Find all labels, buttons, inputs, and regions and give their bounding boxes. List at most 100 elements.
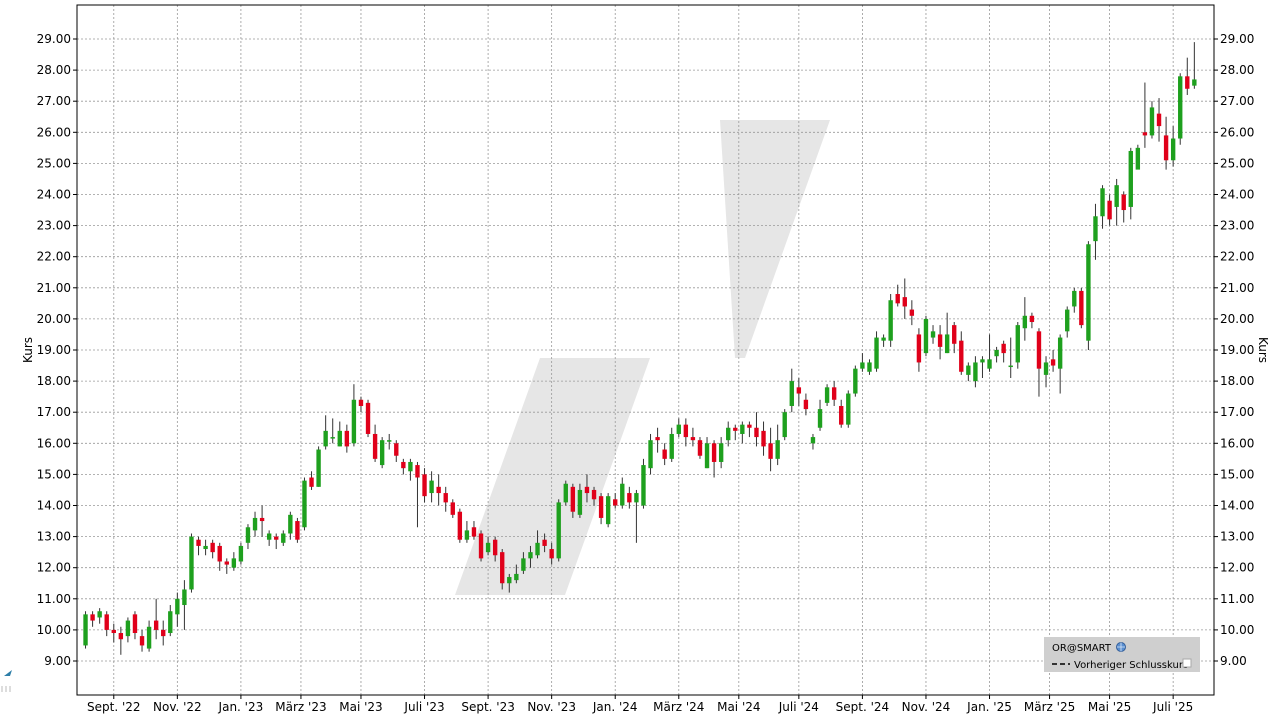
y-tick-label-left: 22.00	[37, 250, 71, 264]
candle-body-down	[662, 449, 667, 459]
candle-body-down	[711, 443, 717, 462]
candle-body-down	[627, 493, 632, 503]
chart-svg: 9.00 10.00 11.00 12.00 13.00 14.00 15.00 16.00 1…	[0, 0, 1279, 719]
candle-body-up	[302, 480, 307, 528]
candle-body-up	[973, 362, 978, 382]
candle-body-up	[379, 440, 385, 466]
x-tick-label: Nov. '23	[527, 700, 576, 714]
y-tick-label-right: 22.00	[1220, 250, 1254, 264]
candle-body-up	[521, 558, 526, 571]
candle-body-down	[747, 424, 752, 428]
candle-body-down	[1029, 315, 1035, 323]
candle-body-up	[514, 573, 519, 581]
x-tick-label: Jan. '23	[218, 700, 264, 714]
y-tick-label-left: 17.00	[37, 405, 71, 419]
candle-body-down	[570, 486, 576, 512]
candle-body-down	[478, 533, 484, 559]
candle-body-up	[337, 430, 342, 447]
candle-body-up	[387, 440, 392, 442]
candle-body-down	[690, 437, 696, 441]
x-tick-label: Sept. '23	[461, 700, 515, 714]
candle-body-down	[309, 477, 314, 487]
candle-body-up	[718, 443, 724, 462]
candle	[824, 384, 830, 406]
y-tick-label-right: 23.00	[1220, 219, 1254, 233]
candle-body-down	[1163, 135, 1169, 161]
candle-body-down	[598, 496, 604, 518]
candle	[457, 508, 463, 543]
candle-body-down	[457, 511, 463, 540]
candle-body-up	[408, 461, 413, 472]
y-axis-title-left: Kurs	[21, 337, 35, 363]
candle-body-up	[1135, 147, 1141, 170]
candle-body-up	[867, 362, 872, 372]
candle-body-up	[994, 350, 999, 357]
candle	[83, 611, 88, 649]
candle-body-down	[259, 517, 265, 522]
candle-body-up	[1170, 138, 1176, 161]
candle-body-up	[563, 483, 568, 503]
legend-toggle-checkbox[interactable]	[1182, 658, 1192, 668]
y-tick-label-right: 13.00	[1220, 530, 1254, 544]
candle-body-down	[831, 387, 837, 400]
candle-body-up	[1043, 362, 1049, 375]
candle-body-down	[613, 499, 618, 506]
candle	[641, 458, 646, 509]
candle-body-up	[1072, 290, 1077, 307]
y-tick-label-right: 14.00	[1220, 499, 1254, 513]
legend-box: OR@SMART Vorheriger Schlusskurs	[1044, 637, 1200, 672]
y-tick-label-left: 24.00	[37, 188, 71, 202]
candle-body-down	[450, 502, 455, 515]
candle-body-down	[895, 294, 900, 304]
candle-body-up	[1093, 216, 1098, 242]
y-tick-label-left: 9.00	[44, 654, 71, 668]
candle-body-down	[916, 334, 922, 363]
candle-body-down	[1142, 132, 1148, 136]
candle	[888, 294, 893, 347]
candle-body-down	[909, 309, 915, 316]
candle-body-down	[655, 437, 660, 441]
candle-body-down	[111, 629, 116, 634]
x-tick-label: März '24	[653, 700, 704, 714]
candle	[1086, 241, 1091, 350]
y-tick-label-left: 28.00	[37, 63, 71, 77]
candle-body-up	[846, 393, 851, 425]
y-tick-label-left: 15.00	[37, 467, 71, 481]
candle-body-up	[316, 449, 321, 487]
candle	[697, 437, 703, 459]
candle-body-up	[1015, 325, 1020, 363]
candle-body-up	[1178, 76, 1183, 139]
y-axis-title-right: Kurs	[1256, 337, 1270, 363]
candle-body-down	[768, 443, 773, 459]
candle-body-down	[733, 427, 738, 431]
candle-body-up	[874, 337, 879, 369]
y-tick-label-right: 16.00	[1220, 436, 1254, 450]
y-tick-label-right: 29.00	[1220, 32, 1254, 46]
candle-body-up	[704, 443, 710, 469]
candle-body-up	[634, 493, 639, 503]
candle	[478, 530, 484, 562]
x-tick-label: Nov. '22	[153, 700, 202, 714]
y-tick-label-left: 29.00	[37, 32, 71, 46]
candle-body-up	[1065, 309, 1070, 332]
candle-body-down	[422, 474, 427, 497]
candle-body-down	[274, 536, 279, 540]
candle-body-up	[182, 589, 187, 606]
x-tick-label: Mai '25	[1088, 700, 1131, 714]
candle-body-up	[944, 334, 950, 354]
candle-body-down	[492, 539, 498, 556]
candle-body-down	[937, 334, 943, 347]
candle-body-up	[641, 465, 646, 506]
candle-body-down	[436, 486, 441, 494]
x-tick-label: Sept. '22	[87, 700, 141, 714]
legend-title: OR@SMART	[1052, 643, 1112, 654]
candle	[605, 493, 611, 528]
globe-icon[interactable]	[1116, 642, 1126, 652]
candle-body-down	[549, 549, 554, 559]
candle-body-up	[535, 542, 540, 556]
candle-body-down	[1001, 343, 1006, 354]
candle-body-up	[83, 614, 88, 646]
candle-body-up	[252, 517, 258, 531]
x-tick-label: Juli '23	[403, 700, 444, 714]
candle-body-down	[542, 539, 547, 546]
